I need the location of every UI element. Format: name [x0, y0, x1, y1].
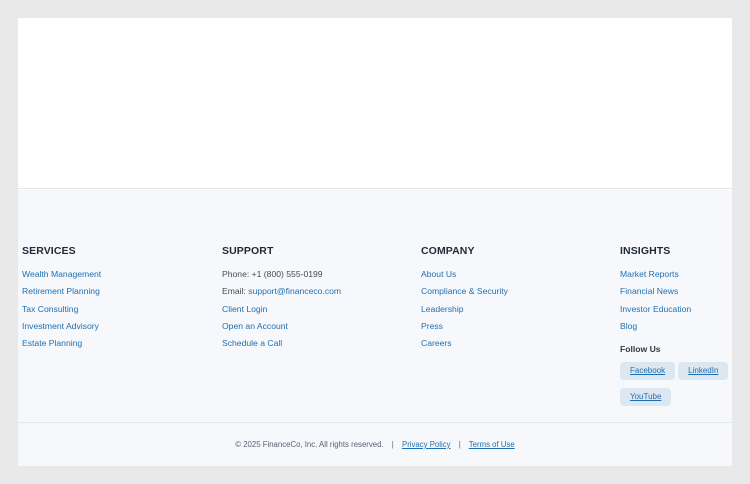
footer-column-company: COMPANY About Us Compliance & Security L…	[421, 244, 508, 352]
company-link-about-us[interactable]: About Us	[421, 269, 456, 279]
services-link-investment-advisory[interactable]: Investment Advisory	[22, 321, 99, 331]
services-link-tax-consulting[interactable]: Tax Consulting	[22, 304, 78, 314]
facebook-button[interactable]: Facebook	[620, 362, 676, 381]
support-heading: SUPPORT	[222, 245, 274, 257]
hero-area	[18, 18, 732, 189]
insights-heading: INSIGHTS	[620, 245, 671, 257]
insights-link-financial-news[interactable]: Financial News	[620, 286, 678, 296]
support-list: Phone: +1 (800) 555-0199 Email: support@…	[222, 266, 341, 352]
footer-column-services: SERVICES Wealth Management Retirement Pl…	[22, 244, 101, 352]
company-link-press[interactable]: Press	[421, 321, 443, 331]
services-link-retirement-planning[interactable]: Retirement Planning	[22, 286, 100, 296]
company-link-leadership[interactable]: Leadership	[421, 304, 464, 314]
support-link-client-login[interactable]: Client Login	[222, 304, 267, 314]
support-email-label: Email:	[222, 286, 249, 297]
terms-of-use-link[interactable]: Terms of Use	[469, 440, 515, 449]
insights-link-market-reports[interactable]: Market Reports	[620, 269, 679, 279]
company-link-compliance-security[interactable]: Compliance & Security	[421, 286, 508, 296]
insights-list: Market Reports Financial News Investor E…	[620, 266, 740, 335]
copyright-text: © 2025 FinanceCo, Inc. All rights reserv…	[235, 440, 384, 449]
support-email-link[interactable]: support@financeco.com	[248, 286, 341, 296]
social-links: Facebook LinkedIn YouTube	[620, 360, 740, 412]
services-link-estate-planning[interactable]: Estate Planning	[22, 338, 82, 348]
site-footer: SERVICES Wealth Management Retirement Pl…	[18, 190, 732, 466]
privacy-policy-link[interactable]: Privacy Policy	[402, 440, 451, 449]
support-link-schedule-call[interactable]: Schedule a Call	[222, 338, 282, 348]
services-heading: SERVICES	[22, 245, 76, 257]
youtube-button[interactable]: YouTube	[620, 388, 672, 407]
linkedin-button[interactable]: LinkedIn	[678, 362, 729, 381]
services-link-wealth-management[interactable]: Wealth Management	[22, 269, 101, 279]
follow-us-heading: Follow Us	[620, 344, 661, 355]
page-frame: SERVICES Wealth Management Retirement Pl…	[18, 18, 732, 466]
company-link-careers[interactable]: Careers	[421, 338, 452, 348]
footer-column-insights: INSIGHTS Market Reports Financial News I…	[620, 244, 740, 412]
support-link-open-account[interactable]: Open an Account	[222, 321, 288, 331]
separator: |	[391, 440, 394, 449]
insights-link-investor-education[interactable]: Investor Education	[620, 304, 691, 314]
support-phone: Phone: +1 (800) 555-0199	[222, 269, 323, 279]
insights-link-blog[interactable]: Blog	[620, 321, 637, 331]
services-list: Wealth Management Retirement Planning Ta…	[22, 266, 101, 352]
separator: |	[458, 440, 461, 449]
company-list: About Us Compliance & Security Leadershi…	[421, 266, 508, 352]
footer-bottom-bar: © 2025 FinanceCo, Inc. All rights reserv…	[18, 422, 732, 466]
footer-column-support: SUPPORT Phone: +1 (800) 555-0199 Email: …	[222, 244, 341, 352]
company-heading: COMPANY	[421, 245, 475, 257]
